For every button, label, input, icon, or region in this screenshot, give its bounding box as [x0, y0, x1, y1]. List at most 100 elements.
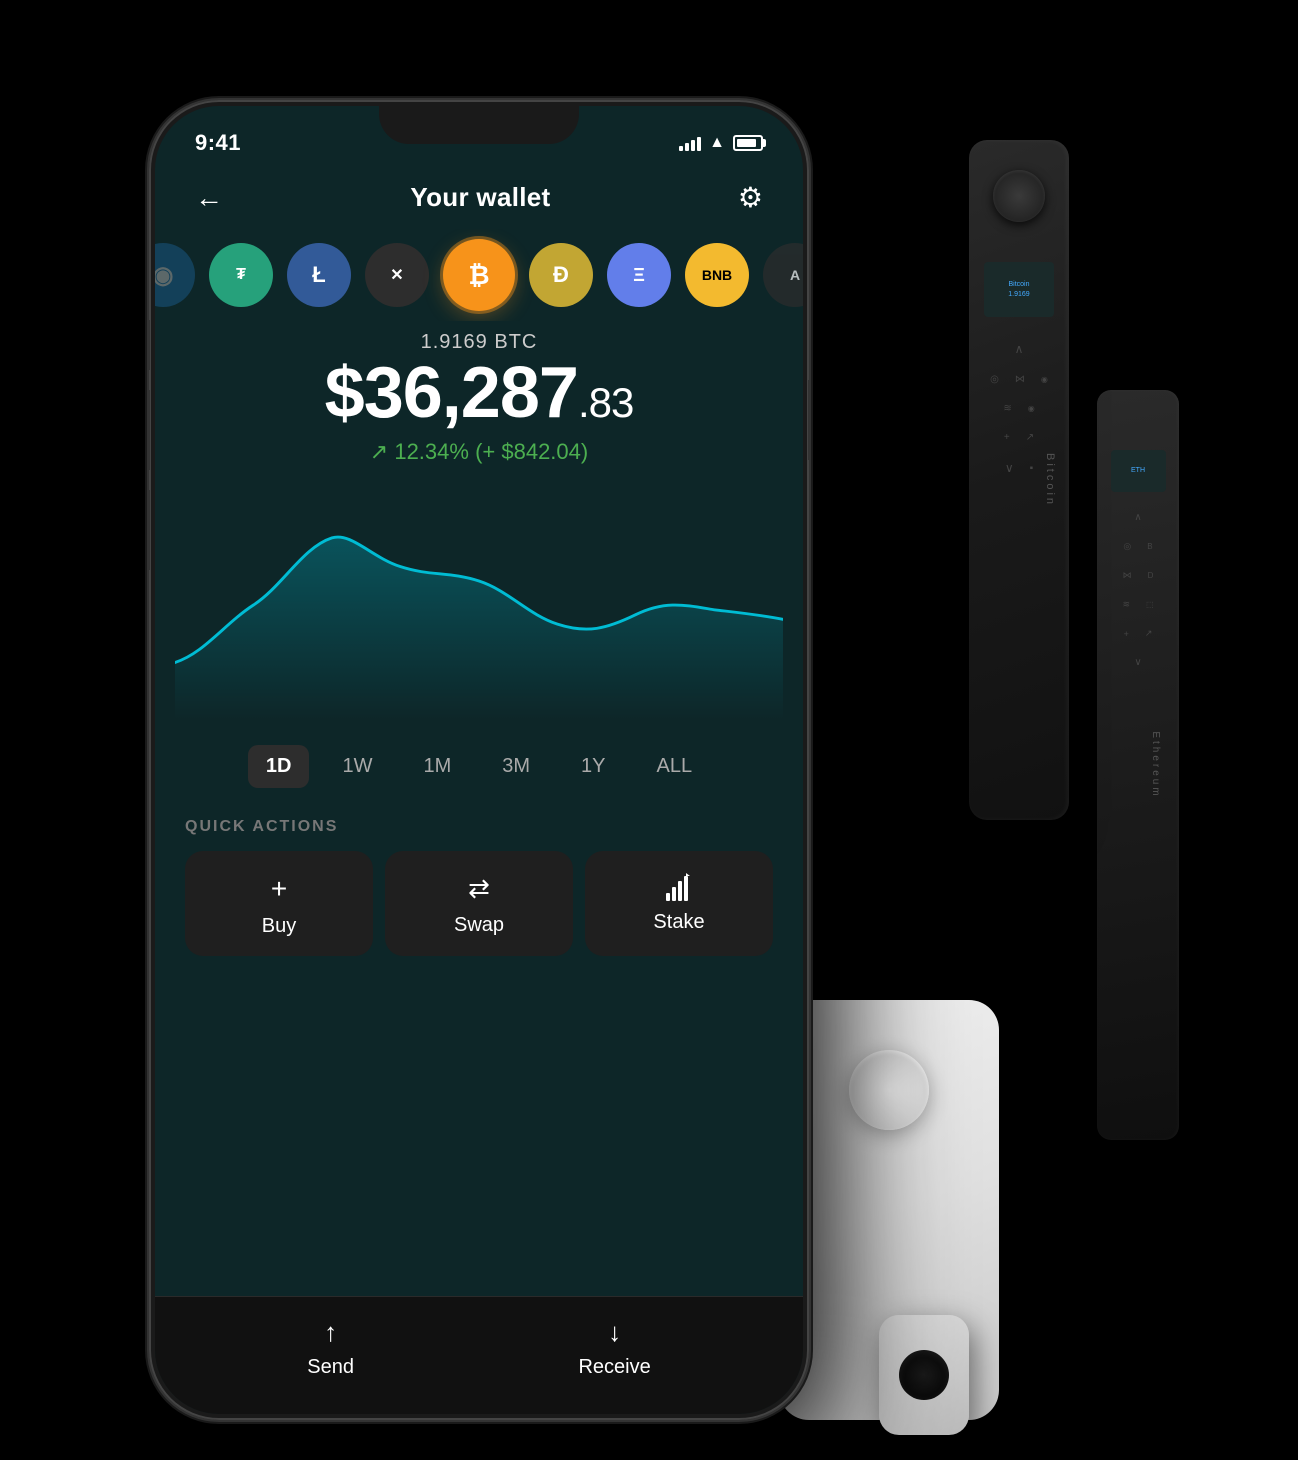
balance-change: ↗ 12.34% (+ $842.04) — [175, 439, 783, 465]
filter-1m[interactable]: 1M — [405, 745, 469, 788]
signal-bar-1 — [679, 146, 683, 151]
stake-label: Stake — [653, 911, 704, 934]
ledger-x-label: Bitcoin — [1044, 453, 1056, 507]
ledger-s-icon-h: ↗ — [1145, 628, 1153, 639]
quick-actions-section: QUICK ACTIONS + Buy ⇄ Swap — [155, 803, 803, 971]
buy-icon: + — [271, 873, 287, 905]
header: ← Your wallet ⚙ — [155, 161, 803, 229]
ledger-nav-icon-a: ◎ — [990, 374, 999, 385]
ledger-x-screen: Bitcoin1.9169 — [984, 262, 1054, 317]
ledger-s-nav-row-4: ≋ ⬚ — [1122, 599, 1153, 610]
ledger-nav-icon-f: + — [1004, 432, 1010, 443]
wifi-icon: ▲ — [709, 134, 725, 152]
time-filters: 1D 1W 1M 3M 1Y ALL — [155, 730, 803, 803]
ledger-s-nav-row-2: ◎ B — [1123, 541, 1152, 552]
filter-1y[interactable]: 1Y — [563, 745, 623, 788]
crypto-icon-ethereum[interactable]: Ξ — [607, 243, 671, 307]
ledger-s-screen-content: ETH — [1131, 466, 1145, 476]
ledger-nav-icon-g: ↗ — [1026, 432, 1034, 443]
ledger-nav-row-1: ∧ — [1015, 342, 1024, 356]
ledger-white-nub-circle — [899, 1350, 949, 1400]
filter-all[interactable]: ALL — [639, 745, 711, 788]
volume-down-button — [149, 490, 150, 570]
crypto-icon-doge[interactable]: Ð — [529, 243, 593, 307]
ledger-nav-icon-h: ▪ — [1030, 463, 1034, 474]
settings-button[interactable]: ⚙ — [738, 181, 763, 214]
ledger-s-icon-b: B — [1147, 542, 1152, 551]
chart-svg — [175, 490, 783, 720]
crypto-icon-litecoin[interactable]: Ł — [287, 243, 351, 307]
ledger-x-button[interactable] — [993, 170, 1045, 222]
ledger-s-nav-row-1: ∧ — [1134, 512, 1141, 523]
filter-1d[interactable]: 1D — [248, 745, 310, 788]
ledger-nav-row-2: ◎ ⋈ ◉ — [990, 374, 1048, 385]
quick-actions-label: QUICK ACTIONS — [185, 818, 773, 836]
change-arrow: ↗ — [370, 439, 388, 464]
send-label: Send — [307, 1356, 354, 1379]
scene: 9:41 ▲ ← Your wallet — [99, 40, 1199, 1420]
ledger-s-icon-e: ≋ — [1122, 599, 1130, 610]
swap-label: Swap — [454, 914, 504, 937]
crypto-icon-xrp[interactable]: ✕ — [365, 243, 429, 307]
buy-button[interactable]: + Buy — [185, 851, 373, 956]
buy-label: Buy — [262, 915, 296, 938]
ledger-white-button[interactable] — [849, 1050, 929, 1130]
ledger-white-nub — [879, 1315, 969, 1435]
battery-icon — [733, 135, 763, 151]
status-time: 9:41 — [195, 130, 241, 156]
send-button[interactable]: ↑ Send — [307, 1317, 354, 1379]
filter-1w[interactable]: 1W — [324, 745, 390, 788]
swap-button[interactable]: ⇄ Swap — [385, 851, 573, 956]
stake-button[interactable]: Stake — [585, 851, 773, 956]
ledger-nano-s: ETH ∧ ◎ B ⋈ D ≋ ⬚ + ↗ ∨ — [1097, 390, 1179, 1140]
receive-icon: ↓ — [608, 1317, 621, 1348]
ledger-s-nav-down: ∨ — [1134, 657, 1141, 668]
ledger-nav-row-5: ∨ ▪ — [1005, 461, 1033, 475]
fiat-cents: .83 — [578, 379, 633, 426]
silent-button — [149, 320, 150, 370]
receive-button[interactable]: ↓ Receive — [578, 1317, 650, 1379]
ledger-s-nav-up: ∧ — [1134, 512, 1141, 523]
crypto-icon-bnb[interactable]: BNB — [685, 243, 749, 307]
ledger-s-screen: ETH — [1111, 450, 1166, 492]
fiat-balance: $36,287.83 — [175, 354, 783, 433]
ledger-nav-icon-d: ≋ — [1003, 403, 1011, 414]
crypto-icon-bitcoin[interactable]: ₿ — [443, 239, 515, 311]
crypto-icon-tether[interactable]: ₮ — [209, 243, 273, 307]
ledger-nav-row-4: + ↗ — [1004, 432, 1034, 443]
ledger-s-icon-g: + — [1124, 629, 1129, 639]
ledger-s-nav-row-6: ∨ — [1134, 657, 1141, 668]
chart-area — [175, 537, 783, 720]
page-title: Your wallet — [410, 182, 550, 213]
volume-up-button — [149, 390, 150, 470]
change-amount: (+ $842.04) — [475, 439, 588, 464]
ledger-s-icon-d: D — [1148, 571, 1154, 580]
ledger-white — [779, 1000, 999, 1420]
ledger-nav-row-3: ≋ ◉ — [1003, 403, 1034, 414]
ledger-nano-x: Bitcoin1.9169 ∧ ◎ ⋈ ◉ ≋ ◉ + ↗ ∨ ▪ — [969, 140, 1069, 820]
signal-bar-3 — [691, 140, 695, 151]
ledger-x-nav: ∧ ◎ ⋈ ◉ ≋ ◉ + ↗ ∨ ▪ — [990, 342, 1048, 475]
price-chart — [155, 470, 803, 730]
crypto-icons-row: ◉ ₮ Ł ✕ ₿ Ð Ξ BNB A — [155, 229, 803, 321]
change-percent: 12.34% — [394, 439, 469, 464]
ledger-s-nav-row-5: + ↗ — [1124, 628, 1153, 639]
crypto-icon-algo[interactable]: A — [763, 243, 803, 307]
ledger-s-nav-row-3: ⋈ D — [1123, 570, 1154, 581]
crypto-icon-partial[interactable]: ◉ — [155, 243, 195, 307]
ledger-nav-icon-b: ⋈ — [1015, 374, 1025, 385]
quick-actions-grid: + Buy ⇄ Swap — [185, 851, 773, 956]
ledger-s-icon-a: ◎ — [1123, 541, 1131, 552]
ledger-nav-icon-e: ◉ — [1028, 404, 1035, 413]
phone: 9:41 ▲ ← Your wallet — [149, 100, 809, 1420]
signal-icon — [679, 135, 701, 151]
crypto-amount: 1.9169 BTC — [175, 331, 783, 354]
signal-bar-4 — [697, 137, 701, 151]
back-button[interactable]: ← — [195, 182, 223, 214]
ledger-s-icon-f: ⬚ — [1146, 600, 1154, 609]
stake-icon — [664, 873, 694, 901]
ledger-x-screen-content: Bitcoin1.9169 — [1008, 280, 1029, 300]
filter-3m[interactable]: 3M — [484, 745, 548, 788]
signal-bar-2 — [685, 143, 689, 151]
send-icon: ↑ — [324, 1317, 337, 1348]
